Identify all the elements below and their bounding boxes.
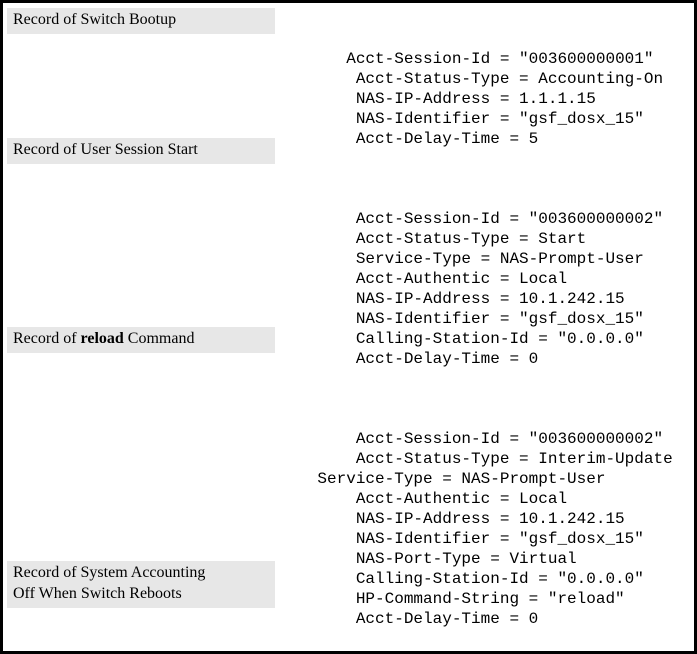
label-sys-off-line1: Record of System Accounting	[13, 564, 205, 581]
label-reload-bold: reload	[81, 330, 124, 347]
record-bootup: Acct-Session-Id = "003600000001" Acct-St…	[279, 49, 686, 149]
page-frame: Record of Switch Bootup Record of User S…	[0, 0, 697, 654]
label-session-start-text: Record of User Session Start	[13, 141, 198, 158]
record-reload: Acct-Session-Id = "003600000002" Acct-St…	[279, 409, 686, 629]
label-bootup: Record of Switch Bootup	[7, 8, 275, 34]
label-reload: Record of reload Command	[7, 327, 275, 353]
label-bootup-text: Record of Switch Bootup	[13, 11, 176, 28]
label-reload-post: Command	[124, 330, 195, 347]
records-column: Acct-Session-Id = "003600000001" Acct-St…	[279, 9, 686, 654]
label-session-start: Record of User Session Start	[7, 138, 275, 164]
label-sys-off-line2: Off When Switch Reboots	[13, 585, 182, 602]
label-reload-pre: Record of	[13, 330, 81, 347]
record-session-start: Acct-Session-Id = "003600000002" Acct-St…	[279, 189, 686, 369]
label-sys-off: Record of System Accounting Off When Swi…	[7, 561, 275, 608]
